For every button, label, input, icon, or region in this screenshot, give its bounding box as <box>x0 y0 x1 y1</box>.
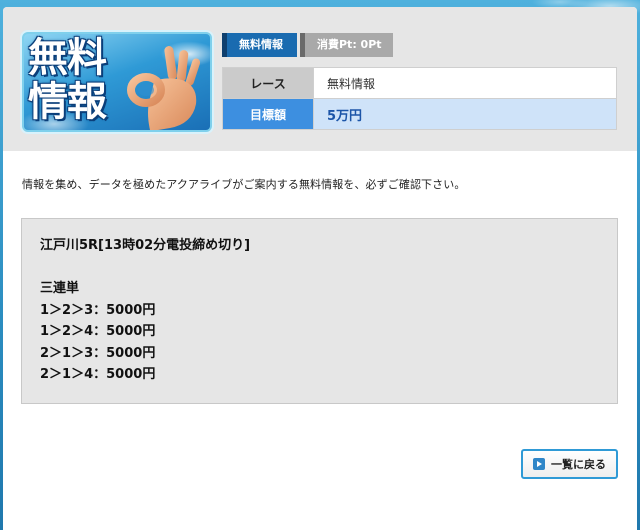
race-title: 江戸川5R[13時02分電投締め切り] <box>40 238 251 253</box>
points-cost-tag: 消費Pt: 0Pt <box>300 33 393 57</box>
main-card: 無料 情報 無料情報 消費Pt: 0Pt レース 無料情報 目標額 5万円 情報… <box>3 7 637 530</box>
back-to-list-label: 一覧に戻る <box>551 458 606 471</box>
free-info-tag: 無料情報 <box>222 33 297 57</box>
bet-line: 2＞1＞4：5000円 <box>40 367 156 382</box>
bet-type: 三連単 <box>40 281 80 296</box>
banner-text: 無料 情報 <box>28 35 107 125</box>
info-table: レース 無料情報 目標額 5万円 <box>222 67 617 130</box>
info-row-race: レース 無料情報 <box>222 67 617 99</box>
back-to-list-button[interactable]: 一覧に戻る <box>521 449 618 479</box>
header-panel: 無料 情報 無料情報 消費Pt: 0Pt レース 無料情報 目標額 5万円 <box>3 7 637 151</box>
bet-line: 1＞2＞4：5000円 <box>40 324 156 339</box>
info-label-race: レース <box>222 67 314 99</box>
intro-text: 情報を集め、データを極めたアクアライブがご案内する無料情報を、必ずご確認下さい。 <box>22 178 466 191</box>
arrow-right-icon <box>533 458 545 470</box>
free-info-content: 江戸川5R[13時02分電投締め切り] 三連単 1＞2＞3：5000円 1＞2＞… <box>21 218 618 404</box>
bet-line: 2＞1＞3：5000円 <box>40 345 156 361</box>
info-row-target: 目標額 5万円 <box>222 98 617 130</box>
info-value-target: 5万円 <box>313 98 617 130</box>
info-label-target: 目標額 <box>222 98 314 130</box>
free-info-banner: 無料 情報 <box>22 32 212 132</box>
ok-hand-icon <box>127 46 201 130</box>
info-value-race: 無料情報 <box>313 67 617 99</box>
bet-line: 1＞2＞3：5000円 <box>40 302 156 318</box>
